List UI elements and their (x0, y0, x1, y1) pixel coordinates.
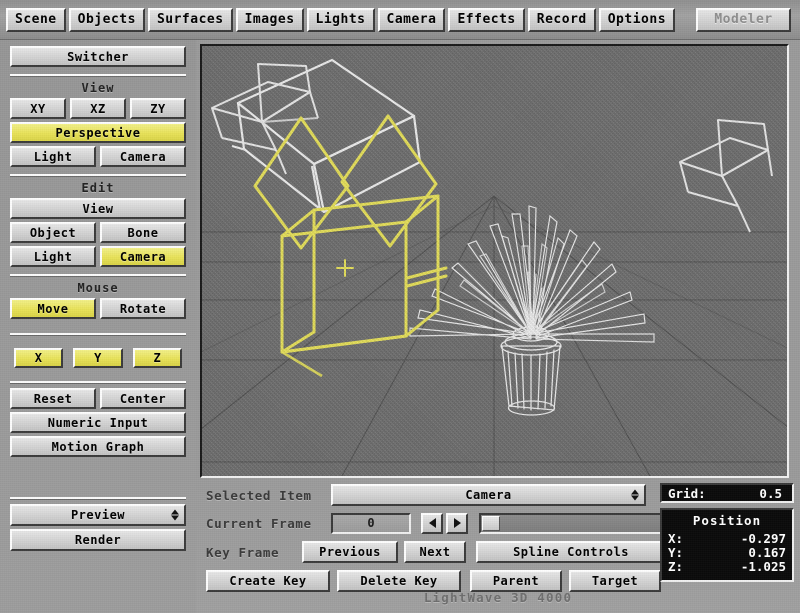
menu-lights[interactable]: Lights (306, 7, 375, 32)
reset-button[interactable]: Reset (10, 388, 96, 409)
menu-scene[interactable]: Scene (6, 7, 66, 32)
position-x-value: -0.297 (740, 531, 786, 546)
spline-controls-button[interactable]: Spline Controls (476, 541, 666, 563)
edit-object-button[interactable]: Object (10, 222, 96, 243)
axis-x-button[interactable]: X (14, 348, 64, 368)
view-xz-button[interactable]: XZ (70, 98, 126, 119)
divider-4 (10, 333, 186, 336)
menu-record[interactable]: Record (527, 7, 596, 32)
top-menu-bar: Scene Objects Surfaces Images Lights Cam… (0, 0, 800, 40)
current-frame-value: 0 (367, 516, 375, 530)
render-button[interactable]: Render (10, 529, 186, 551)
viewport-perspective[interactable] (202, 46, 787, 476)
preview-dropdown[interactable]: Preview (10, 504, 186, 526)
viewport-texture-overlay (202, 46, 787, 476)
edit-camera-button[interactable]: Camera (100, 246, 186, 267)
frame-slider-knob[interactable] (482, 515, 500, 531)
status-bar: LightWave 3D 4000 (423, 589, 573, 605)
position-row-y: Y: 0.167 (662, 546, 792, 560)
left-sidebar: Switcher View XY XZ ZY Perspective Light… (0, 40, 196, 613)
mouse-move-button[interactable]: Move (10, 298, 96, 319)
divider-6 (10, 497, 186, 500)
viewport-frame (200, 44, 789, 478)
preview-label: Preview (70, 508, 126, 522)
grid-info-box: Grid: 0.5 (660, 483, 794, 503)
view-camera-button[interactable]: Camera (100, 146, 186, 167)
mouse-mode-row: Move Rotate (10, 298, 186, 319)
selected-item-dropdown[interactable]: Camera (331, 484, 646, 506)
current-frame-input[interactable]: 0 (331, 512, 411, 534)
edit-light-button[interactable]: Light (10, 246, 96, 267)
chevron-updown-icon (171, 509, 179, 521)
switcher-button[interactable]: Switcher (10, 46, 186, 67)
key-frame-label: Key Frame (206, 544, 280, 560)
position-title: Position (692, 513, 762, 528)
menu-options[interactable]: Options (598, 7, 676, 32)
triangle-right-icon (453, 518, 461, 528)
divider-2 (10, 174, 186, 177)
axis-lock-row: X Y Z (10, 348, 186, 368)
frame-prev-button[interactable] (421, 512, 443, 534)
frame-slider[interactable] (479, 512, 665, 534)
chevron-updown-icon (631, 489, 639, 501)
axis-z-button[interactable]: Z (132, 348, 182, 368)
position-x-label: X: (668, 531, 684, 546)
view-cam-row: Light Camera (10, 146, 186, 167)
reset-center-row: Reset Center (10, 388, 186, 409)
motion-graph-button[interactable]: Motion Graph (10, 436, 186, 457)
view-group-label: View (81, 81, 115, 95)
edit-bone-button[interactable]: Bone (100, 222, 186, 243)
position-y-value: 0.167 (748, 545, 786, 560)
divider-1 (10, 74, 186, 77)
mouse-rotate-button[interactable]: Rotate (100, 298, 186, 319)
frame-next-button[interactable] (446, 512, 468, 534)
divider-5 (10, 381, 186, 384)
triangle-left-icon (428, 518, 436, 528)
modeler-button[interactable]: Modeler (696, 7, 791, 32)
center-button[interactable]: Center (100, 388, 186, 409)
menu-images[interactable]: Images (235, 7, 304, 32)
position-row-z: Z: -1.025 (662, 560, 792, 574)
menu-camera[interactable]: Camera (377, 7, 446, 32)
view-perspective-button[interactable]: Perspective (10, 122, 186, 143)
view-light-button[interactable]: Light (10, 146, 96, 167)
menu-surfaces[interactable]: Surfaces (147, 7, 233, 32)
edit-view-button[interactable]: View (10, 198, 186, 219)
axis-y-button[interactable]: Y (73, 348, 123, 368)
grid-value: 0.5 (759, 485, 782, 501)
current-frame-label: Current Frame (206, 515, 312, 531)
position-y-label: Y: (668, 545, 684, 560)
edit-lightcam-row: Light Camera (10, 246, 186, 267)
view-zy-button[interactable]: ZY (130, 98, 186, 119)
grid-label: Grid: (668, 485, 706, 501)
edit-group-label: Edit (81, 181, 115, 195)
view-xy-button[interactable]: XY (10, 98, 66, 119)
key-previous-button[interactable]: Previous (302, 541, 398, 563)
view-axis-row: XY XZ ZY (10, 98, 186, 119)
selected-item-value: Camera (465, 488, 512, 502)
position-z-label: Z: (668, 559, 684, 574)
numeric-input-button[interactable]: Numeric Input (10, 412, 186, 433)
position-info-box: Position X: -0.297 Y: 0.167 Z: -1.025 (660, 508, 794, 582)
mouse-group-label: Mouse (77, 281, 119, 295)
selected-item-label: Selected Item (206, 487, 312, 503)
position-row-x: X: -0.297 (662, 532, 792, 546)
divider-3 (10, 274, 186, 277)
position-z-value: -1.025 (740, 559, 786, 574)
key-next-button[interactable]: Next (404, 541, 466, 563)
menu-effects[interactable]: Effects (448, 7, 525, 32)
edit-objbone-row: Object Bone (10, 222, 186, 243)
menu-objects[interactable]: Objects (68, 7, 145, 32)
